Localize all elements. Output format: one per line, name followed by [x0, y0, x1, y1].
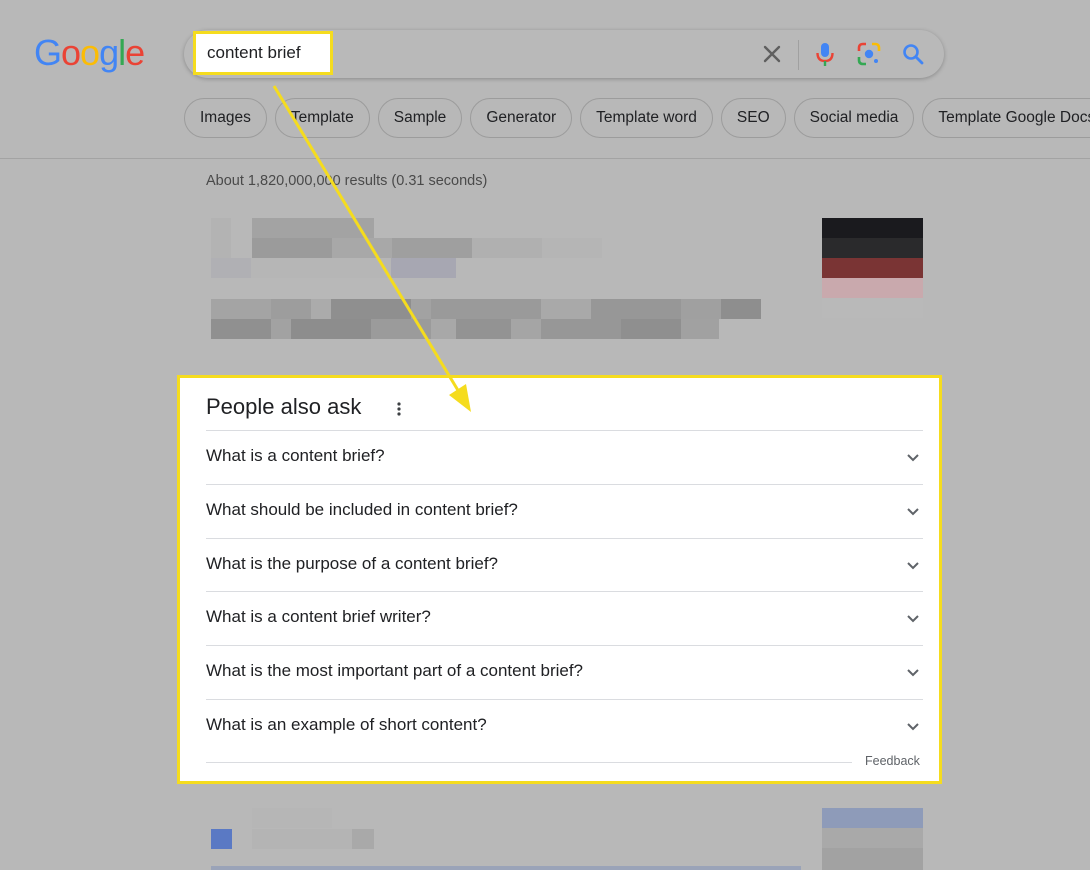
- search-icon[interactable]: [899, 40, 927, 68]
- pixelated-block: [252, 808, 332, 828]
- paa-question-row[interactable]: What is the purpose of a content brief?: [206, 538, 923, 591]
- chip-generator[interactable]: Generator: [470, 98, 573, 138]
- chip-social-media[interactable]: Social media: [793, 98, 915, 138]
- chip-template-word[interactable]: Template word: [580, 98, 713, 138]
- logo-letter: o: [61, 32, 81, 73]
- pixelated-block: [211, 258, 456, 278]
- logo-letter: e: [125, 32, 145, 73]
- chip-template[interactable]: Template: [274, 98, 370, 138]
- paa-question: What is a content brief?: [206, 446, 385, 465]
- chevron-down-icon: [907, 562, 919, 570]
- pixelated-block: [211, 829, 232, 849]
- pixelated-block: [252, 238, 602, 258]
- people-also-ask-panel: People also ask What is a content brief?…: [177, 375, 942, 784]
- google-lens-icon[interactable]: [855, 40, 883, 68]
- paa-question-row[interactable]: What is a content brief?: [206, 430, 923, 483]
- paa-question: What is a content brief writer?: [206, 607, 431, 626]
- pixelated-thumbnail: [822, 808, 923, 870]
- google-logo[interactable]: Google: [34, 32, 145, 74]
- search-input[interactable]: content brief: [193, 31, 333, 75]
- more-options-icon[interactable]: [392, 399, 406, 419]
- chevron-down-icon: [907, 669, 919, 677]
- people-also-ask-title: People also ask: [206, 394, 362, 419]
- pixelated-block: [211, 319, 719, 339]
- header-divider: [0, 158, 1090, 159]
- pixelated-block: [211, 299, 761, 319]
- paa-question-row[interactable]: What should be included in content brief…: [206, 484, 923, 537]
- logo-letter: o: [80, 32, 100, 73]
- logo-letter: g: [99, 32, 119, 73]
- chip-template-google-docs[interactable]: Template Google Docs: [922, 98, 1090, 138]
- logo-letter: G: [34, 32, 62, 73]
- logo-letter: l: [118, 32, 126, 73]
- result-stats: About 1,820,000,000 results (0.31 second…: [206, 173, 488, 189]
- pixelated-block: [252, 218, 374, 238]
- paa-bottom-divider: [206, 762, 852, 763]
- chevron-down-icon: [907, 723, 919, 731]
- pixelated-block: [252, 829, 374, 849]
- clear-icon[interactable]: [758, 40, 786, 68]
- paa-question-row[interactable]: What is the most important part of a con…: [206, 645, 923, 698]
- feedback-link[interactable]: Feedback: [865, 754, 920, 768]
- chevron-down-icon: [907, 454, 919, 462]
- search-chips: Images Template Sample Generator Templat…: [184, 98, 1090, 138]
- search-divider: [798, 40, 799, 70]
- paa-question: What is the purpose of a content brief?: [206, 554, 499, 573]
- chip-images[interactable]: Images: [184, 98, 267, 138]
- paa-question: What is the most important part of a con…: [206, 661, 584, 680]
- chevron-down-icon: [907, 615, 919, 623]
- chip-seo[interactable]: SEO: [720, 98, 786, 138]
- paa-question: What should be included in content brief…: [206, 500, 518, 519]
- chip-sample[interactable]: Sample: [377, 98, 463, 138]
- paa-question: What is an example of short content?: [206, 715, 487, 734]
- pixelated-block: [211, 866, 801, 870]
- microphone-icon[interactable]: [811, 40, 839, 68]
- paa-question-row[interactable]: What is a content brief writer?: [206, 591, 923, 644]
- paa-question-row[interactable]: What is an example of short content?: [206, 699, 923, 752]
- pixelated-thumbnail: [822, 218, 923, 318]
- chevron-down-icon: [907, 508, 919, 516]
